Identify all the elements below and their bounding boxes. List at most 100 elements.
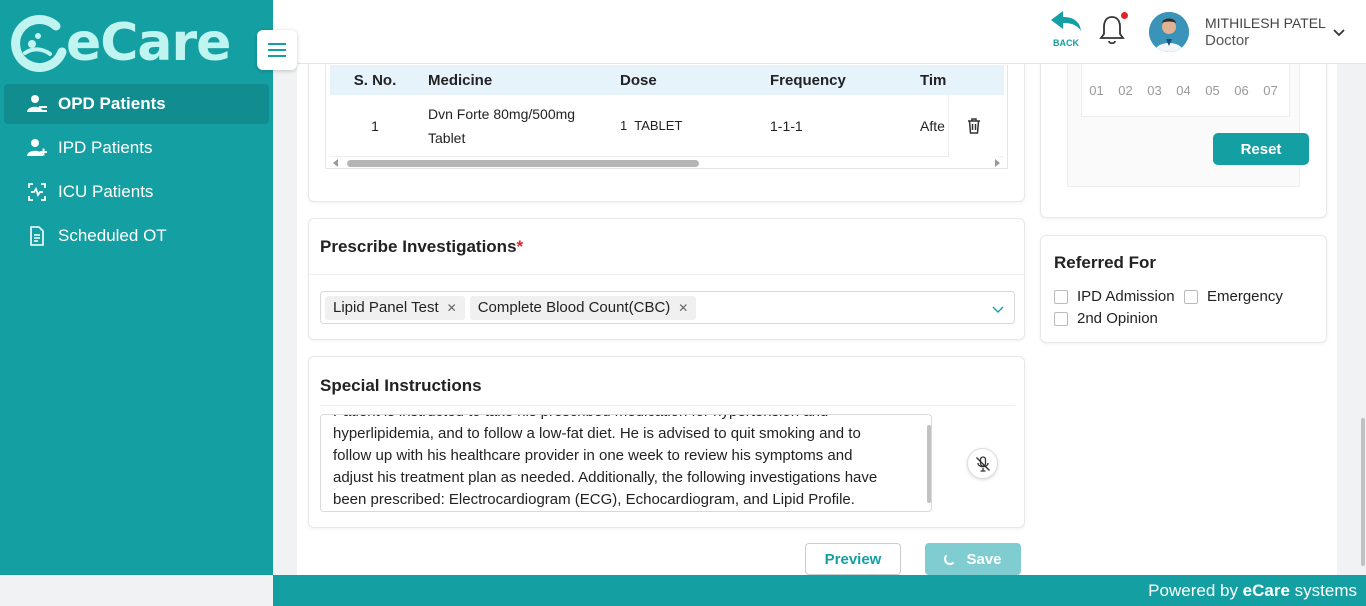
calendar-day[interactable]: 02 (1111, 83, 1140, 98)
special-instructions-card: Special Instructions Patient is instruct… (308, 356, 1025, 528)
tag-label: Complete Blood Count(CBC) (477, 299, 671, 316)
checkbox-ipd-admission[interactable]: IPD Admission (1054, 288, 1175, 305)
sidebar-item-icu-patients[interactable]: ICU Patients (4, 172, 269, 212)
column-header-frequency: Frequency (770, 72, 846, 89)
voice-input-button[interactable] (967, 448, 998, 479)
logo: eCare (8, 12, 253, 74)
user-name: MITHILESH PATEL (1205, 15, 1326, 31)
menu-toggle-button[interactable] (257, 30, 297, 70)
investigation-tag: Complete Blood Count(CBC) ✕ (469, 295, 697, 320)
back-button[interactable]: BACK (1048, 10, 1084, 48)
sidebar: eCare OPD Patients IPD Patients ICU Pati… (0, 0, 273, 575)
back-arrow-icon (1051, 11, 1081, 31)
investigation-tag: Lipid Panel Test ✕ (325, 295, 465, 320)
cell-medicine: Dvn Forte 80mg/500mg Tablet (420, 102, 620, 150)
divider (309, 274, 1024, 275)
calendar-day[interactable]: 04 (1169, 83, 1198, 98)
powered-by-text: Powered by eCare systems (1148, 581, 1357, 600)
table-header: S. No. Medicine Dose Frequency Tim (330, 65, 1004, 95)
tag-label: Lipid Panel Test (333, 299, 439, 316)
calendar-day[interactable]: 06 (1227, 83, 1256, 98)
trash-icon (967, 118, 980, 134)
logo-text: eCare (66, 13, 231, 73)
calendar-day[interactable]: 07 (1256, 83, 1285, 98)
referred-for-card: Referred For IPD Admission Emergency 2nd… (1040, 235, 1327, 343)
avatar[interactable] (1149, 12, 1189, 52)
calendar: 29 20 27 28 29 30 31 01 02 03 04 05 06 0… (1067, 64, 1309, 187)
column-header-timing: Tim (920, 72, 947, 89)
page-vertical-scrollbar[interactable] (1361, 418, 1365, 566)
checkbox-emergency[interactable]: Emergency (1184, 288, 1283, 305)
remove-tag-icon[interactable]: ✕ (678, 301, 688, 315)
medicine-name-line2: Tablet (428, 129, 466, 146)
table-horizontal-scrollbar[interactable] (330, 159, 1004, 168)
hamburger-icon (268, 43, 286, 45)
calendar-day[interactable]: 05 (1198, 83, 1227, 98)
investigations-multiselect[interactable]: Lipid Panel Test ✕ Complete Blood Count(… (320, 291, 1015, 324)
reset-button[interactable]: Reset (1213, 133, 1309, 165)
sidebar-item-opd-patients[interactable]: OPD Patients (4, 84, 269, 124)
medicine-name-line1: Dvn Forte 80mg/500mg (428, 105, 576, 122)
checkbox-label: IPD Admission (1077, 288, 1175, 305)
notification-button[interactable] (1099, 12, 1129, 46)
sidebar-item-label: OPD Patients (58, 94, 166, 113)
referred-for-title: Referred For (1054, 253, 1157, 272)
bell-icon (1099, 16, 1125, 45)
checkbox[interactable] (1054, 289, 1068, 304)
sidebar-item-ipd-patients[interactable]: IPD Patients (4, 128, 269, 168)
logo-mark-icon (8, 12, 70, 74)
remove-tag-icon[interactable]: ✕ (447, 301, 457, 315)
monitor-heart-icon (26, 181, 48, 203)
main-content: S. No. Medicine Dose Frequency Tim 1 Dvn… (297, 64, 1337, 575)
investigations-title: Prescribe Investigations* (320, 237, 524, 256)
textarea-scrollbar[interactable] (927, 425, 931, 503)
checkbox[interactable] (1054, 311, 1068, 326)
user-menu-chevron-icon[interactable] (1333, 24, 1345, 42)
special-instructions-textarea[interactable]: Patient is instructed to take his prescr… (320, 414, 932, 512)
checkbox-2nd-opinion[interactable]: 2nd Opinion (1054, 310, 1158, 327)
save-label: Save (966, 550, 1002, 568)
document-icon (26, 225, 48, 247)
checkbox-label: Emergency (1207, 288, 1283, 305)
sidebar-item-label: Scheduled OT (58, 226, 167, 245)
loading-spinner-icon (944, 553, 957, 565)
user-list-icon (26, 93, 48, 115)
preview-button[interactable]: Preview (805, 543, 901, 575)
checkbox-label: 2nd Opinion (1077, 310, 1158, 327)
calendar-week-row: 01 02 03 04 05 06 07 (1082, 83, 1291, 98)
special-instructions-title: Special Instructions (320, 376, 482, 395)
scroll-left-icon[interactable] (333, 159, 338, 167)
back-label: BACK (1053, 38, 1079, 48)
top-header: BACK MITHILESH PATEL Doctor (273, 0, 1366, 64)
medicine-table: S. No. Medicine Dose Frequency Tim 1 Dvn… (325, 65, 1008, 169)
sidebar-item-scheduled-ot[interactable]: Scheduled OT (4, 216, 269, 256)
user-role: Doctor (1205, 32, 1250, 49)
calendar-grid: 29 20 27 28 29 30 31 01 02 03 04 05 06 0… (1081, 64, 1290, 117)
cell-sno: 1 (371, 117, 379, 134)
calendar-day[interactable]: 03 (1140, 83, 1169, 98)
sidebar-item-label: ICU Patients (58, 182, 154, 201)
mic-off-icon (975, 455, 990, 472)
notification-dot (1121, 12, 1128, 19)
delete-row-button[interactable] (948, 95, 998, 157)
save-button[interactable]: Save (925, 543, 1021, 575)
footer-brand: eCare (1242, 581, 1290, 600)
sidebar-item-label: IPD Patients (58, 138, 153, 157)
instructions-text: Patient is instructed to take his prescr… (333, 415, 878, 508)
sidebar-nav: OPD Patients IPD Patients ICU Patients S… (4, 84, 269, 260)
column-header-sno: S. No. (353, 72, 397, 89)
column-header-medicine: Medicine (428, 72, 493, 89)
chevron-down-icon[interactable] (992, 301, 1004, 319)
footer: Powered by eCare systems (273, 575, 1366, 606)
scroll-right-icon[interactable] (995, 159, 1000, 167)
calendar-card: 29 20 27 28 29 30 31 01 02 03 04 05 06 0… (1040, 64, 1327, 218)
table-row: 1 Dvn Forte 80mg/500mg Tablet 1 TABLET 1… (330, 95, 1004, 157)
column-header-dose: Dose (620, 72, 657, 89)
scrollbar-thumb[interactable] (347, 160, 699, 167)
cell-frequency: 1-1-1 (770, 117, 803, 134)
cell-dose: 1 TABLET (620, 117, 683, 133)
medicine-table-card: S. No. Medicine Dose Frequency Tim 1 Dvn… (308, 64, 1025, 202)
checkbox[interactable] (1184, 289, 1198, 304)
calendar-day[interactable]: 01 (1082, 83, 1111, 98)
prescribe-investigations-card: Prescribe Investigations* Lipid Panel Te… (308, 218, 1025, 340)
